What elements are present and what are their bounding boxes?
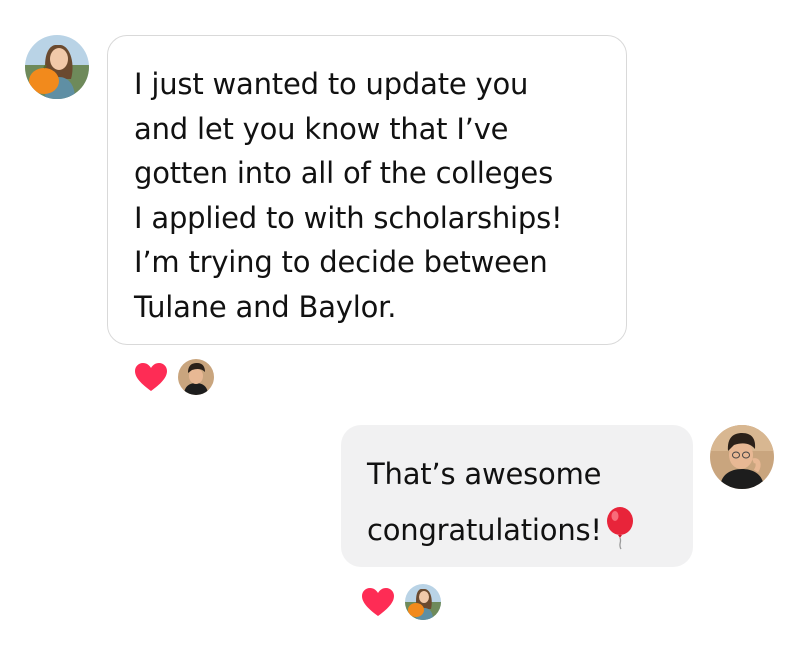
heart-icon [362, 588, 394, 616]
heart-icon [135, 363, 167, 391]
incoming-message-bubble[interactable]: I just wanted to update you and let you … [107, 35, 627, 345]
reactor-avatar-man [178, 359, 214, 395]
sender-avatar-woman[interactable] [25, 35, 89, 99]
reactor-avatar-woman [405, 584, 441, 620]
balloon-icon [606, 507, 633, 550]
outgoing-message-reaction[interactable] [361, 584, 441, 620]
incoming-message-reaction[interactable] [134, 359, 214, 395]
sender-avatar-man[interactable] [710, 425, 774, 489]
outgoing-message-text-wrap: That’s awesome congratulations! [367, 446, 677, 558]
incoming-message-text: I just wanted to update you and let you … [134, 67, 563, 324]
outgoing-message-bubble[interactable]: That’s awesome congratulations! [341, 425, 693, 567]
outgoing-message-text: That’s awesome congratulations! [367, 457, 602, 547]
